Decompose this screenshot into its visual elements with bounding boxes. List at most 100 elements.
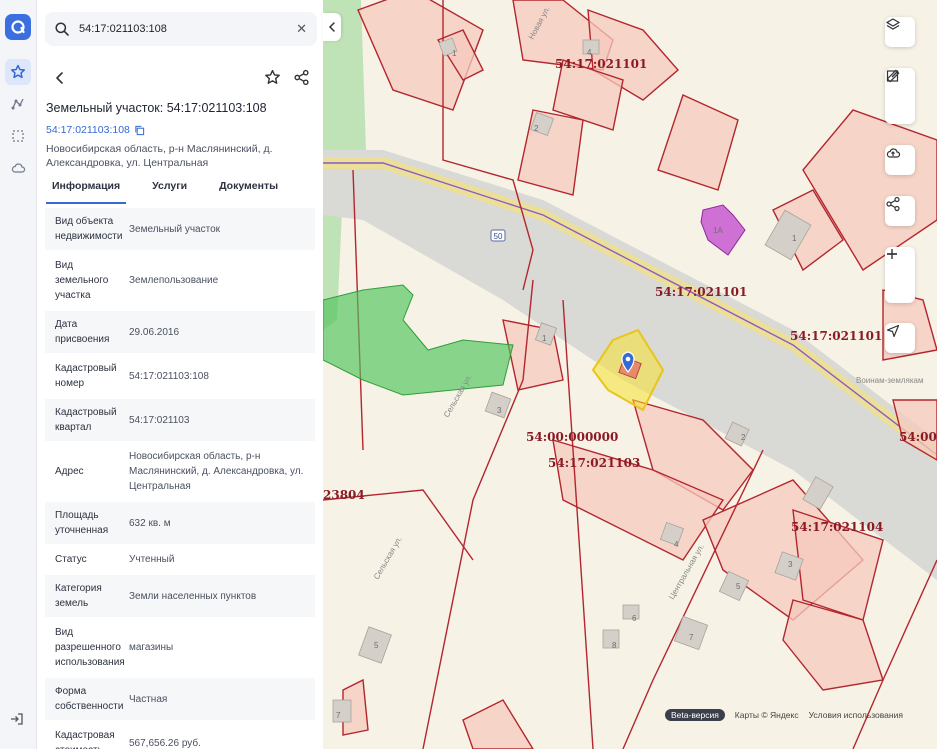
edit-button[interactable] bbox=[885, 70, 915, 124]
select-area-rail-button[interactable] bbox=[5, 123, 31, 149]
search-input[interactable] bbox=[79, 23, 289, 35]
clear-search-icon[interactable]: ✕ bbox=[296, 21, 307, 37]
quarter-label[interactable]: 54:00 bbox=[899, 430, 937, 444]
property-row: Форма собственности Частная bbox=[45, 678, 315, 720]
quarter-label[interactable]: 54:17:021104 bbox=[791, 520, 883, 534]
svg-text:2: 2 bbox=[741, 433, 746, 442]
selection-icon bbox=[12, 130, 24, 142]
building bbox=[602, 629, 620, 649]
svg-text:3: 3 bbox=[788, 560, 793, 569]
logout-button[interactable] bbox=[9, 711, 27, 729]
svg-text:4: 4 bbox=[674, 540, 679, 549]
minus-icon bbox=[887, 253, 897, 255]
svg-text:3: 3 bbox=[497, 406, 502, 415]
logout-icon bbox=[11, 713, 23, 725]
info-tabs: Информация Услуги Документы bbox=[46, 178, 316, 204]
zoom-out-button[interactable] bbox=[885, 253, 915, 303]
app-logo[interactable] bbox=[5, 14, 31, 40]
property-key: Кадастровая стоимость bbox=[55, 730, 115, 749]
svg-text:1: 1 bbox=[542, 334, 547, 343]
terms-link[interactable]: Условия использования bbox=[809, 710, 903, 720]
quarter-label[interactable]: 54:17:021101 bbox=[790, 329, 882, 343]
quarter-label[interactable]: 54:17:021101 bbox=[555, 57, 647, 71]
collapse-panel-button[interactable] bbox=[323, 13, 341, 41]
quarter-label[interactable]: 23804 bbox=[323, 488, 365, 502]
marker-dot bbox=[625, 356, 631, 362]
quarter-label[interactable]: 54:17:021103 bbox=[548, 456, 640, 470]
cadastral-number-text[interactable]: 54:17:021103:108 bbox=[46, 124, 130, 136]
svg-text:6: 6 bbox=[632, 614, 637, 623]
boundary bbox=[562, 299, 594, 749]
layers-button[interactable] bbox=[885, 17, 915, 47]
property-value: Новосибирская область, р-н Маслянинский,… bbox=[129, 451, 304, 492]
property-value: 632 кв. м bbox=[129, 517, 171, 529]
search-icon bbox=[55, 22, 69, 36]
map-copyright[interactable]: Карты © Яндекс bbox=[735, 710, 799, 720]
layers-icon bbox=[885, 18, 901, 30]
cloud-rail-button[interactable] bbox=[5, 155, 31, 181]
svg-text:1: 1 bbox=[792, 234, 797, 243]
property-value: 54:17:021103 bbox=[129, 414, 190, 426]
share-icon[interactable] bbox=[293, 69, 310, 86]
property-value: 567,656.26 руб. bbox=[129, 737, 201, 749]
logo-icon bbox=[11, 20, 25, 34]
measure-rail-button[interactable] bbox=[5, 91, 31, 117]
left-rail bbox=[0, 0, 37, 749]
map-footer: Beta-версия Карты © Яндекс Условия испол… bbox=[665, 708, 913, 722]
property-key: Адрес bbox=[55, 466, 84, 477]
street-label: Сельская ул. bbox=[372, 535, 404, 581]
quarter-label[interactable]: 54:00:000000 bbox=[526, 430, 618, 444]
property-key: Дата присвоения bbox=[55, 319, 110, 345]
property-row: Кадастровый квартал 54:17:021103 bbox=[45, 399, 315, 441]
building bbox=[622, 604, 640, 620]
object-panel: ✕ Земельный участок: 54:17:021103:108 54… bbox=[37, 0, 323, 749]
upload-button[interactable] bbox=[885, 145, 915, 175]
property-row: Дата присвоения 29.06.2016 bbox=[45, 311, 315, 353]
svg-text:8: 8 bbox=[612, 641, 617, 650]
green-area bbox=[323, 284, 514, 396]
tools-group bbox=[885, 68, 915, 124]
street-label: Воинам-землякам bbox=[856, 376, 923, 385]
property-key: Кадастровый номер bbox=[55, 363, 117, 389]
tab-documents[interactable]: Документы bbox=[213, 178, 284, 202]
parcel bbox=[462, 699, 534, 749]
property-value: Частная bbox=[129, 693, 168, 705]
property-value: Землепользование bbox=[129, 275, 219, 286]
navigation-arrow-icon bbox=[886, 324, 900, 338]
cloud-icon bbox=[11, 163, 26, 173]
svg-text:7: 7 bbox=[336, 711, 341, 720]
property-key: Вид объекта недвижимости bbox=[55, 216, 123, 242]
property-key: Категория земель bbox=[55, 583, 102, 609]
geolocation-button[interactable] bbox=[885, 323, 915, 353]
cloud-upload-icon bbox=[886, 148, 901, 158]
edit-icon bbox=[886, 70, 899, 82]
chevron-left-icon bbox=[328, 22, 335, 32]
svg-text:1: 1 bbox=[452, 49, 457, 58]
tab-information[interactable]: Информация bbox=[46, 178, 127, 204]
property-row: Площадь уточненная 632 кв. м bbox=[45, 502, 315, 544]
property-row: Кадастровая стоимость 567,656.26 руб. bbox=[45, 722, 315, 749]
property-value: 29.06.2016 bbox=[129, 326, 180, 338]
property-key: Статус bbox=[55, 554, 87, 565]
property-key: Кадастровый квартал bbox=[55, 407, 117, 433]
property-value: Учтенный bbox=[129, 554, 175, 565]
cadastral-number-link[interactable]: 54:17:021103:108 bbox=[46, 124, 145, 136]
tab-services[interactable]: Услуги bbox=[146, 178, 193, 202]
polyline-icon bbox=[11, 98, 24, 110]
property-value: Земли населенных пунктов bbox=[129, 590, 257, 602]
favorites-rail-button[interactable] bbox=[5, 59, 31, 85]
map-share-button[interactable] bbox=[885, 196, 915, 226]
property-row: Адрес Новосибирская область, р-н Маслянин… bbox=[45, 443, 315, 500]
cadastral-map[interactable]: 50 1 4 2 1 1А 1 3 2 4 3 5 6 8 7 5 7 54:1… bbox=[323, 0, 937, 749]
property-value: магазины bbox=[129, 642, 174, 653]
parcel bbox=[782, 599, 884, 691]
favorite-star-icon[interactable] bbox=[264, 69, 281, 86]
map-canvas[interactable]: 50 1 4 2 1 1А 1 3 2 4 3 5 6 8 7 5 7 54:1… bbox=[323, 0, 937, 749]
highlighted-building[interactable] bbox=[700, 204, 746, 256]
quarter-label[interactable]: 54:17:021101 bbox=[655, 285, 747, 299]
property-value: Земельный участок bbox=[129, 223, 221, 235]
svg-text:5: 5 bbox=[736, 582, 741, 591]
back-icon[interactable] bbox=[53, 70, 67, 86]
property-key: Вид разрешенного использования bbox=[55, 627, 125, 668]
copy-icon[interactable] bbox=[134, 125, 145, 136]
